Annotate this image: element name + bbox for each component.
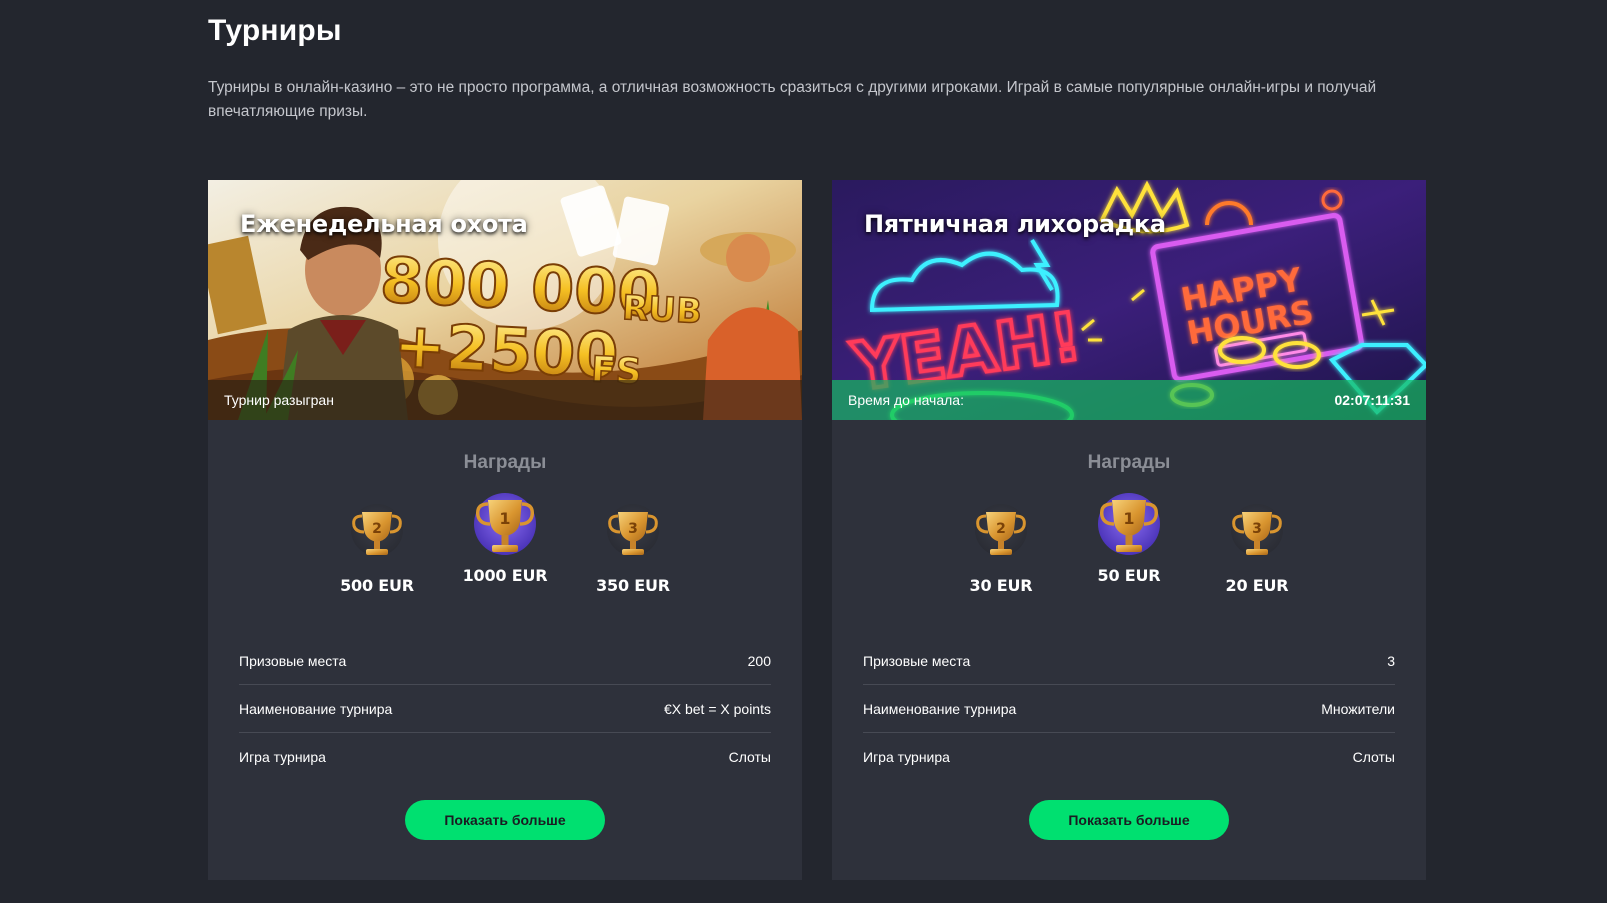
svg-text:2: 2 <box>372 521 382 537</box>
trophy-icon: 3 <box>1231 504 1283 556</box>
svg-text:1: 1 <box>1123 509 1134 528</box>
info-label: Игра турнира <box>239 748 326 765</box>
tournament-status-bar: Время до начала: 02:07:11:31 <box>832 380 1426 420</box>
info-row-prize-places: Призовые места 200 <box>239 637 771 685</box>
svg-text:3: 3 <box>628 521 638 537</box>
info-row-tournament-name: Наименование турнира Множители <box>863 685 1395 733</box>
trophy-icon: 3 <box>607 504 659 556</box>
prize-list: 2 30 EUR 1 50 EUR 3 20 EUR <box>941 493 1317 595</box>
prize-second-place: 2 30 EUR <box>941 496 1061 595</box>
countdown-timer: 02:07:11:31 <box>1334 392 1410 408</box>
page-description: Турниры в онлайн-казино – это не просто … <box>208 79 1377 120</box>
prize-third-place: 3 350 EUR <box>573 496 693 595</box>
info-value: €X bet = X points <box>663 700 771 717</box>
info-value: Множители <box>1321 700 1395 717</box>
prize-amount: 50 EUR <box>1097 566 1161 585</box>
svg-text:2: 2 <box>996 521 1006 537</box>
prize-amount: 350 EUR <box>596 576 670 595</box>
rewards-heading: Награды <box>1087 452 1171 473</box>
trophy-icon: 1 <box>1098 493 1160 555</box>
tournament-info-table: Призовые места 3 Наименование турнира Мн… <box>863 637 1395 780</box>
svg-text:RUB: RUB <box>621 288 703 332</box>
prize-amount: 20 EUR <box>1225 576 1289 595</box>
banner-title: Еженедельная охота <box>240 210 528 238</box>
rewards-heading: Награды <box>463 452 547 473</box>
info-value: 3 <box>1387 652 1395 669</box>
prize-first-place: 1 1000 EUR <box>445 493 565 595</box>
banner-title: Пятничная лихорадка <box>864 210 1166 238</box>
info-value: Слоты <box>1352 748 1395 765</box>
prize-list: 2 500 EUR 1 1000 EUR 3 350 EUR <box>317 493 693 595</box>
info-row-prize-places: Призовые места 3 <box>863 637 1395 685</box>
tournament-banner[interactable]: 800 000 RUB +2500 FS Еженедельная охота … <box>208 180 802 420</box>
show-more-button[interactable]: Показать больше <box>1029 800 1229 840</box>
prize-first-place: 1 50 EUR <box>1069 493 1189 595</box>
prize-third-place: 3 20 EUR <box>1197 496 1317 595</box>
tournament-status-bar: Турнир разыгран <box>208 380 802 420</box>
status-text: Время до начала: <box>848 392 964 408</box>
svg-text:3: 3 <box>1252 521 1262 537</box>
trophy-icon: 1 <box>474 493 536 555</box>
trophy-icon: 2 <box>351 504 403 556</box>
info-label: Наименование турнира <box>863 700 1017 717</box>
status-text: Турнир разыгран <box>224 392 334 408</box>
page-title: Турниры <box>208 14 342 47</box>
tournament-banner[interactable]: HAPPY HOURS YEAH! Пятничная лихорадка Вр… <box>832 180 1426 420</box>
info-row-tournament-game: Игра турнира Слоты <box>239 733 771 780</box>
info-value: 200 <box>747 652 771 669</box>
info-label: Призовые места <box>239 652 347 669</box>
tournament-card-friday-fever: HAPPY HOURS YEAH! Пятничная лихорадка Вр… <box>832 180 1426 880</box>
trophy-icon: 2 <box>975 504 1027 556</box>
info-row-tournament-name: Наименование турнира €X bet = X points <box>239 685 771 733</box>
info-value: Слоты <box>728 748 771 765</box>
info-label: Игра турнира <box>863 748 950 765</box>
tournament-card-weekly-hunt: 800 000 RUB +2500 FS Еженедельная охота … <box>208 180 802 880</box>
tournament-info-table: Призовые места 200 Наименование турнира … <box>239 637 771 780</box>
show-more-button[interactable]: Показать больше <box>405 800 605 840</box>
prize-amount: 500 EUR <box>340 576 414 595</box>
info-label: Наименование турнира <box>239 700 393 717</box>
prize-second-place: 2 500 EUR <box>317 496 437 595</box>
info-label: Призовые места <box>863 652 971 669</box>
prize-amount: 30 EUR <box>969 576 1033 595</box>
svg-text:1: 1 <box>499 509 510 528</box>
info-row-tournament-game: Игра турнира Слоты <box>863 733 1395 780</box>
prize-amount: 1000 EUR <box>462 566 548 585</box>
